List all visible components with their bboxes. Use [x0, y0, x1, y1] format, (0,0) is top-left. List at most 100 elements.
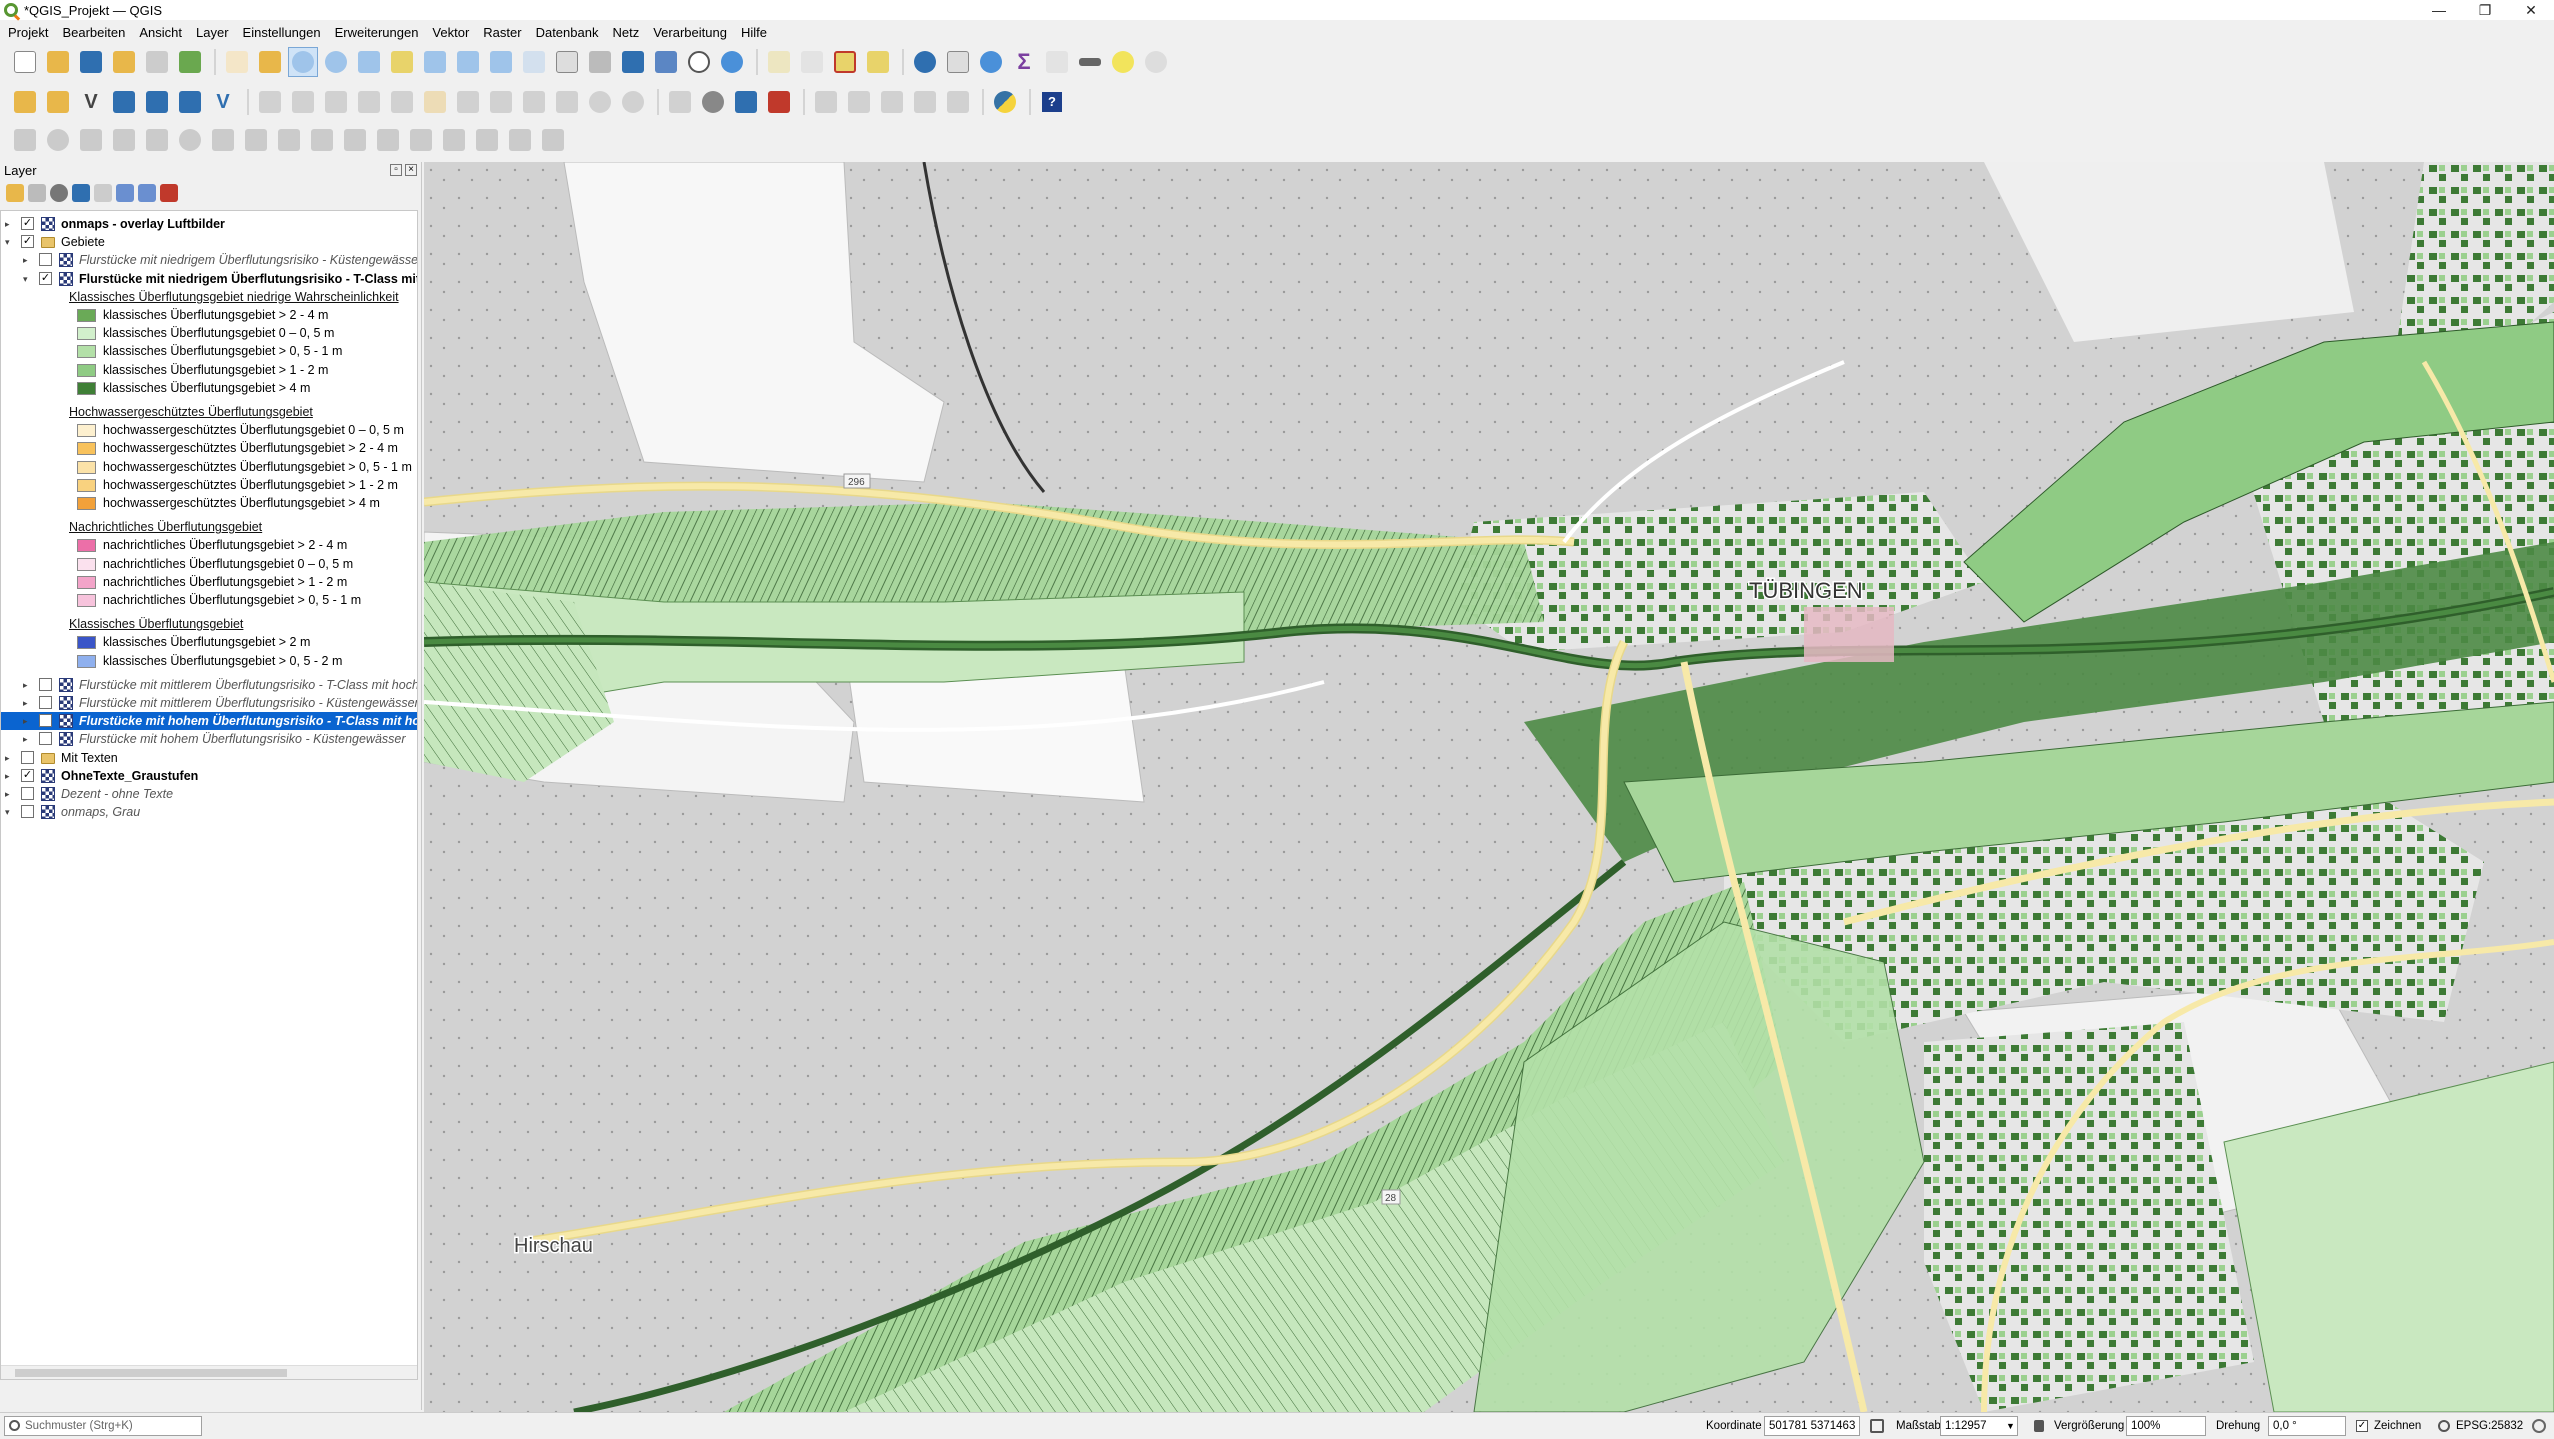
menu-datenbank[interactable]: Datenbank — [528, 25, 605, 40]
legend-item[interactable]: nachrichtliches Überflutungsgebiet > 1 -… — [1, 573, 417, 591]
layer-visibility-checkbox[interactable] — [21, 750, 34, 764]
collapse-all-icon[interactable] — [138, 184, 156, 202]
zoom-selection-button[interactable] — [387, 47, 417, 77]
layer-visibility-checkbox[interactable]: ✓ — [21, 217, 34, 230]
legend-group-header[interactable]: Klassisches Überflutungsgebiet niedrige … — [1, 288, 417, 306]
legend-group-header[interactable]: Nachrichtliches Überflutungsgebiet — [1, 518, 417, 536]
copy-button[interactable] — [519, 87, 549, 117]
zoom-native-button[interactable] — [453, 47, 483, 77]
menu-projekt[interactable]: Projekt — [0, 25, 54, 40]
new-map-view-button[interactable] — [552, 47, 582, 77]
filter-legend-icon[interactable] — [72, 184, 90, 202]
field-calculator-button[interactable] — [1042, 47, 1072, 77]
add-point-button[interactable] — [43, 125, 73, 155]
layer-row[interactable]: ▾ ✓ Gebiete — [1, 233, 417, 251]
rotate-feature-button[interactable] — [109, 125, 139, 155]
legend-item[interactable]: klassisches Überflutungsgebiet > 0, 5 - … — [1, 342, 417, 360]
pan-button[interactable] — [222, 47, 252, 77]
zoom-out-button[interactable] — [321, 47, 351, 77]
merge-features-button[interactable] — [472, 125, 502, 155]
toggle-editing-button[interactable] — [288, 87, 318, 117]
legend-item[interactable]: nachrichtliches Überflutungsgebiet > 0, … — [1, 591, 417, 609]
layer-row[interactable]: ▸ Flurstücke mit hohem Überflutungsrisiko… — [1, 712, 417, 731]
map-canvas[interactable]: TÜBINGEN Hirschau 296 28 — [424, 162, 2554, 1412]
layer-visibility-checkbox[interactable] — [39, 253, 52, 267]
refresh-button[interactable] — [717, 47, 747, 77]
measure-button[interactable] — [1075, 47, 1105, 77]
attribute-table-button[interactable] — [943, 47, 973, 77]
layer-visibility-checkbox[interactable]: ✓ — [21, 768, 34, 782]
chevron-right-icon[interactable]: ▸ — [5, 771, 15, 781]
zoom-layer-button[interactable] — [420, 47, 450, 77]
add-ring-button[interactable] — [175, 125, 205, 155]
layer-style-icon[interactable] — [6, 184, 24, 202]
layer-row[interactable]: ▸ Dezent - ohne Texte — [1, 785, 417, 803]
chevron-right-icon[interactable]: ▸ — [5, 753, 15, 763]
chevron-down-icon[interactable]: ▾ — [5, 237, 15, 247]
modify-attributes-button[interactable] — [420, 87, 450, 117]
chevron-right-icon[interactable]: ▸ — [23, 255, 33, 265]
rotate-label-button[interactable] — [910, 87, 940, 117]
chevron-down-icon[interactable]: ▼ — [2006, 1413, 2015, 1439]
locator-search-field[interactable]: Suchmuster (Strg+K) — [4, 1416, 202, 1436]
zoom-next-button[interactable] — [519, 47, 549, 77]
legend-item[interactable]: klassisches Überflutungsgebiet > 4 m — [1, 379, 417, 397]
open-project-button[interactable] — [43, 47, 73, 77]
chevron-right-icon[interactable]: ▸ — [23, 698, 33, 708]
toolbox-button[interactable] — [976, 47, 1006, 77]
label-toolbar-button[interactable] — [665, 87, 695, 117]
layer-row[interactable]: ▸ Flurstücke mit niedrigem Überflutungsri… — [1, 251, 417, 269]
legend-item[interactable]: klassisches Überflutungsgebiet 0 – 0, 5 … — [1, 324, 417, 342]
chevron-right-icon[interactable]: ▸ — [5, 789, 15, 799]
statistics-button[interactable]: Σ — [1009, 47, 1039, 77]
layer-row[interactable]: ▾ onmaps, Grau — [1, 803, 417, 821]
maximize-button[interactable]: ❐ — [2462, 0, 2508, 20]
menu-vektor[interactable]: Vektor — [424, 25, 475, 40]
diagram-button[interactable] — [698, 87, 728, 117]
layer-row[interactable]: ▸ Flurstücke mit hohem Überflutungsrisiko… — [1, 730, 417, 748]
layer-row[interactable]: ▾ ✓ Flurstücke mit niedrigem Überflutungsr… — [1, 270, 417, 288]
add-group-icon[interactable] — [28, 184, 46, 202]
menu-raster[interactable]: Raster — [475, 25, 527, 40]
zoom-last-button[interactable] — [486, 47, 516, 77]
chevron-right-icon[interactable]: ▸ — [23, 680, 33, 690]
render-checkbox[interactable]: ✓ — [2356, 1420, 2368, 1432]
legend-group-header[interactable]: Hochwassergeschütztes Überflutungsgebiet — [1, 403, 417, 421]
save-edits-button[interactable] — [321, 87, 351, 117]
add-part-button[interactable] — [208, 125, 238, 155]
python-console-button[interactable] — [990, 87, 1020, 117]
legend-item[interactable]: hochwassergeschütztes Überflutungsgebiet… — [1, 421, 417, 439]
vertex-tool-button[interactable] — [387, 87, 417, 117]
legend-item[interactable]: klassisches Überflutungsgebiet > 2 m — [1, 633, 417, 651]
legend-item[interactable]: klassisches Überflutungsgebiet > 0, 5 - … — [1, 652, 417, 670]
digitize-button[interactable] — [109, 87, 139, 117]
legend-item[interactable]: hochwassergeschütztes Überflutungsgebiet… — [1, 494, 417, 512]
add-spatialite-button[interactable] — [142, 87, 172, 117]
layer-row[interactable]: ▸ Flurstücke mit mittlerem Überflutungsri… — [1, 676, 417, 694]
digitize-shape-button[interactable] — [10, 125, 40, 155]
new-project-button[interactable] — [10, 47, 40, 77]
style-manager-button[interactable] — [175, 47, 205, 77]
pan-to-selection-button[interactable] — [255, 47, 285, 77]
delete-part-button[interactable] — [307, 125, 337, 155]
chevron-down-icon[interactable]: ▾ — [5, 807, 15, 817]
zoom-full-button[interactable] — [354, 47, 384, 77]
legend-item[interactable]: hochwassergeschütztes Überflutungsgebiet… — [1, 458, 417, 476]
paste-button[interactable] — [552, 87, 582, 117]
data-source-manager-button[interactable] — [10, 87, 40, 117]
close-button[interactable]: ✕ — [2508, 0, 2554, 20]
fill-ring-button[interactable] — [241, 125, 271, 155]
map-tips-button[interactable] — [1108, 47, 1138, 77]
legend-item[interactable]: hochwassergeschütztes Überflutungsgebiet… — [1, 476, 417, 494]
float-panel-icon[interactable]: ▫ — [390, 164, 402, 176]
lock-icon[interactable] — [2034, 1420, 2044, 1432]
crs-button[interactable]: EPSG:25832 — [2456, 1413, 2523, 1439]
select-value-button[interactable] — [797, 47, 827, 77]
legend-item[interactable]: hochwassergeschütztes Überflutungsgebiet… — [1, 439, 417, 457]
rotation-field[interactable]: 0,0 ° — [2268, 1416, 2346, 1436]
coordinate-toggle-icon[interactable] — [1870, 1419, 1884, 1433]
menu-hilfe[interactable]: Hilfe — [733, 25, 773, 40]
rotate-symbols-button[interactable] — [538, 125, 568, 155]
save-as-button[interactable] — [109, 47, 139, 77]
menu-verarbeitung[interactable]: Verarbeitung — [645, 25, 733, 40]
